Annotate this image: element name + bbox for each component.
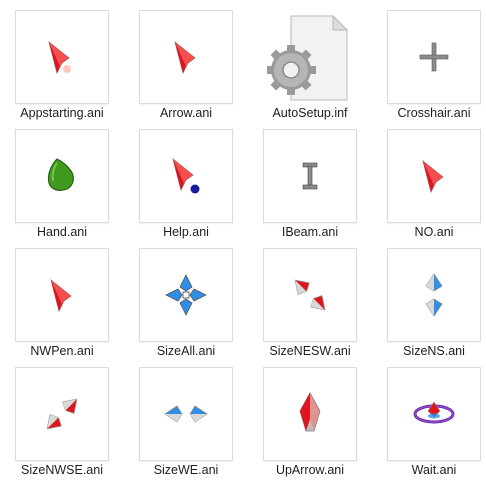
file-name: AutoSetup.inf — [272, 106, 348, 120]
file-thumbnail — [15, 248, 109, 342]
file-name: SizeNS.ani — [403, 344, 465, 358]
file-item-crosshair[interactable]: Crosshair.ani — [374, 0, 486, 120]
file-thumbnail — [139, 129, 233, 223]
file-thumbnail — [263, 367, 357, 461]
move-all-icon — [165, 274, 207, 316]
file-item-nwpen[interactable]: NWPen.ani — [2, 238, 122, 358]
file-thumbnail — [263, 248, 357, 342]
file-item-sizens[interactable]: SizeNS.ani — [374, 238, 486, 358]
file-thumbnail — [139, 367, 233, 461]
file-grid: Appstarting.ani Arrow.ani AutoSetup.inf … — [0, 0, 486, 492]
file-item-sizeall[interactable]: SizeAll.ani — [126, 238, 246, 358]
red-pointer-busy-icon — [48, 40, 71, 75]
wait-ring-icon — [413, 401, 455, 424]
green-hand-icon — [47, 158, 74, 191]
file-item-autosetup[interactable]: AutoSetup.inf — [250, 0, 370, 120]
file-item-uparrow[interactable]: UpArrow.ani — [250, 357, 370, 477]
file-name: NO.ani — [414, 225, 454, 239]
red-pointer-help-icon — [172, 157, 200, 194]
file-name: Arrow.ani — [159, 106, 213, 120]
file-item-ibeam[interactable]: IBeam.ani — [250, 119, 370, 239]
file-name: Wait.ani — [411, 463, 457, 477]
file-item-appstarting[interactable]: Appstarting.ani — [2, 0, 122, 120]
file-item-sizewe[interactable]: SizeWE.ani — [126, 357, 246, 477]
settings-file-icon — [267, 14, 349, 101]
file-name: SizeAll.ani — [156, 344, 216, 358]
file-name: Appstarting.ani — [20, 106, 104, 120]
file-thumbnail — [387, 248, 481, 342]
file-thumbnail — [387, 367, 481, 461]
ibeam-icon — [302, 162, 318, 190]
up-arrow-icon — [299, 392, 321, 432]
file-item-sizenwse[interactable]: SizeNWSE.ani — [2, 357, 122, 477]
resize-nwse-icon — [46, 398, 78, 430]
file-thumbnail — [15, 367, 109, 461]
gear-icon — [267, 45, 316, 95]
red-pointer-icon — [50, 278, 72, 313]
file-name: SizeNESW.ani — [269, 344, 351, 358]
red-pointer-icon — [422, 159, 444, 194]
resize-ns-icon — [425, 273, 443, 317]
file-name: IBeam.ani — [281, 225, 339, 239]
file-item-hand[interactable]: Hand.ani — [2, 119, 122, 239]
file-name: Help.ani — [163, 225, 209, 239]
resize-nesw-icon — [294, 279, 326, 311]
file-name: Crosshair.ani — [397, 106, 471, 120]
file-item-no[interactable]: NO.ani — [374, 119, 486, 239]
file-thumbnail — [15, 129, 109, 223]
file-name: NWPen.ani — [30, 344, 94, 358]
file-name: UpArrow.ani — [275, 463, 345, 477]
file-thumbnail — [139, 248, 233, 342]
resize-we-icon — [164, 405, 208, 423]
file-item-wait[interactable]: Wait.ani — [374, 357, 486, 477]
file-name: SizeWE.ani — [153, 463, 219, 477]
file-item-arrow[interactable]: Arrow.ani — [126, 0, 246, 120]
file-thumbnail — [263, 10, 357, 104]
file-item-sizenesw[interactable]: SizeNESW.ani — [250, 238, 370, 358]
crosshair-icon — [419, 42, 449, 72]
file-item-help[interactable]: Help.ani — [126, 119, 246, 239]
file-name: SizeNWSE.ani — [21, 463, 103, 477]
file-thumbnail — [263, 129, 357, 223]
file-thumbnail — [387, 10, 481, 104]
file-thumbnail — [15, 10, 109, 104]
file-thumbnail — [139, 10, 233, 104]
file-name: Hand.ani — [36, 225, 88, 239]
red-pointer-icon — [174, 40, 196, 75]
file-thumbnail — [387, 129, 481, 223]
